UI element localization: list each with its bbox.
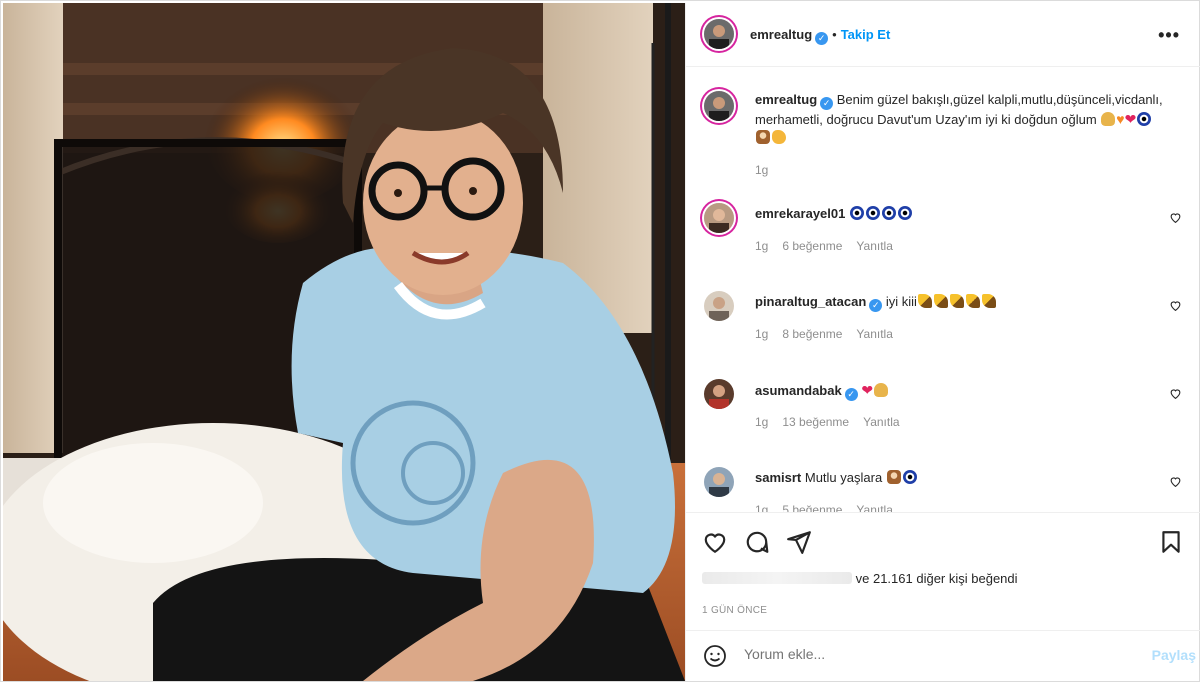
comment-composer: Paylaş [686,630,1200,681]
red-heart-emoji-icon: ❤ [1124,111,1137,127]
comment-meta: 1g 5 beğenme Yanıtla [755,503,907,512]
caption-time[interactable]: 1g [755,163,768,177]
comment-icon[interactable] [744,529,770,555]
comment-likes[interactable]: 6 beğenme [782,239,842,253]
comment-text: Mutlu yaşlara [804,470,883,485]
reply-button[interactable]: Yanıtla [856,503,892,512]
smiley-icon[interactable] [703,644,727,668]
comment-text-block: asumandabak ✓ ❤ [755,381,1165,401]
liked-by-names [702,572,852,584]
comment-avatar[interactable] [704,379,734,409]
clapping-emoji-icon [772,130,786,144]
caption: emrealtug ✓ Benim güzel bakışlı,güzel kal… [702,87,1182,183]
orange-heart-emoji-icon: ♥ [1116,111,1125,127]
like-heart-icon[interactable] [702,529,728,555]
comment-input[interactable] [744,646,1124,662]
cake-emoji-icon [756,130,770,144]
post-photo[interactable] [3,3,685,681]
post-timestamp[interactable]: 1 GÜN ÖNCE [702,605,767,616]
comment-text-block: pinaraltug_atacan ✓ iyi kiii [755,293,1165,312]
heart-icon[interactable] [1169,211,1182,224]
caption-meta: 1g [755,163,782,177]
praying-hands-emoji-icon [1101,112,1116,126]
reply-button[interactable]: Yanıtla [856,327,892,341]
comment-likes[interactable]: 13 beğenme [782,415,849,429]
verified-badge-icon: ✓ [815,32,829,45]
comment-text-block: emrekarayel01 [755,205,1165,223]
comment-item: emrekarayel01 1g 6 beğenme Yanıtla [702,201,1182,261]
comment-username[interactable]: samisrt [755,470,801,485]
party-popper-emoji-icon [965,294,980,308]
avatar-image [704,203,734,233]
comment-avatar[interactable] [704,203,734,233]
comment-text: iyi kiii [885,294,917,309]
nazar-amulet-emoji-icon [902,470,917,484]
avatar-image [704,379,734,409]
header-separator: • [832,27,837,42]
nazar-amulet-emoji-icon [881,206,896,220]
bookmark-icon[interactable] [1158,529,1184,555]
comments-list[interactable]: emrealtug ✓ Benim güzel bakışlı,güzel kal… [686,67,1200,512]
nazar-amulet-emoji-icon [1137,112,1152,126]
heart-icon[interactable] [1169,299,1182,312]
caption-text-block: emrealtug ✓ Benim güzel bakışlı,güzel kal… [755,91,1165,147]
likes-count-text: ve 21.161 diğer kişi beğendi [855,571,1018,586]
comment-likes[interactable]: 5 beğenme [782,503,842,512]
post-header: emrealtug ✓ • Takip Et ••• [686,3,1200,67]
avatar-image [704,19,734,49]
follow-button[interactable]: Takip Et [841,27,891,42]
comment-time[interactable]: 1g [755,415,768,429]
comment-text-block: samisrt Mutlu yaşlara [755,469,1165,487]
comment-meta: 1g 8 beğenme Yanıtla [755,327,907,341]
post-sidebar: emrealtug ✓ • Takip Et ••• emrealtug ✓ Benim… [685,3,1200,681]
photo-illustration [3,3,685,681]
avatar-image [704,467,734,497]
party-popper-emoji-icon [917,294,932,308]
comment-time[interactable]: 1g [755,239,768,253]
red-heart-emoji-icon: ❤ [861,382,874,398]
comment-likes[interactable]: 8 beğenme [782,327,842,341]
reply-button[interactable]: Yanıtla [863,415,899,429]
comment-avatar[interactable] [704,291,734,321]
comment-item: asumandabak ✓ ❤ 1g 13 beğenme Yanıtla [702,377,1182,437]
avatar-image [704,91,734,121]
heart-icon[interactable] [1169,387,1182,400]
nazar-amulet-emoji-icon [897,206,912,220]
comment-avatar[interactable] [704,467,734,497]
cake-emoji-icon [886,470,901,484]
nazar-amulet-emoji-icon [865,206,880,220]
comment-meta: 1g 13 beğenme Yanıtla [755,415,914,429]
author-username[interactable]: emrealtug [750,27,812,42]
likes-summary[interactable]: ve 21.161 diğer kişi beğendi [702,571,1018,586]
heart-icon[interactable] [1169,475,1182,488]
party-popper-emoji-icon [949,294,964,308]
verified-badge-icon: ✓ [820,97,834,110]
party-popper-emoji-icon [933,294,948,308]
comment-meta: 1g 6 beğenme Yanıtla [755,239,907,253]
reply-button[interactable]: Yanıtla [856,239,892,253]
comment-username[interactable]: emrekarayel01 [755,206,845,221]
comment-time[interactable]: 1g [755,327,768,341]
verified-badge-icon: ✓ [844,388,858,401]
verified-badge-icon: ✓ [869,299,883,312]
author-avatar[interactable] [704,19,734,49]
send-icon[interactable] [786,529,812,555]
caption-avatar[interactable] [704,91,734,121]
comment-item: samisrt Mutlu yaşlara 1g 5 beğenme Yanıtla [702,465,1182,512]
post-actions: ve 21.161 diğer kişi beğendi 1 GÜN ÖNCE [686,512,1200,630]
comment-username[interactable]: pinaraltug_atacan [755,294,866,309]
more-options-button[interactable]: ••• [1158,25,1180,46]
nazar-amulet-emoji-icon [849,206,864,220]
caption-username[interactable]: emrealtug [755,92,817,107]
comment-item: pinaraltug_atacan ✓ iyi kiii 1g 8 beğenme Y… [702,289,1182,349]
party-popper-emoji-icon [981,294,996,308]
comment-time[interactable]: 1g [755,503,768,512]
instagram-post-window: emrealtug ✓ • Takip Et ••• emrealtug ✓ Benim… [0,0,1200,682]
share-comment-button[interactable]: Paylaş [1152,647,1196,663]
praying-hands-emoji-icon [874,383,889,397]
comment-username[interactable]: asumandabak [755,383,842,398]
avatar-image [704,291,734,321]
header-author-line: emrealtug ✓ • Takip Et [750,26,890,45]
